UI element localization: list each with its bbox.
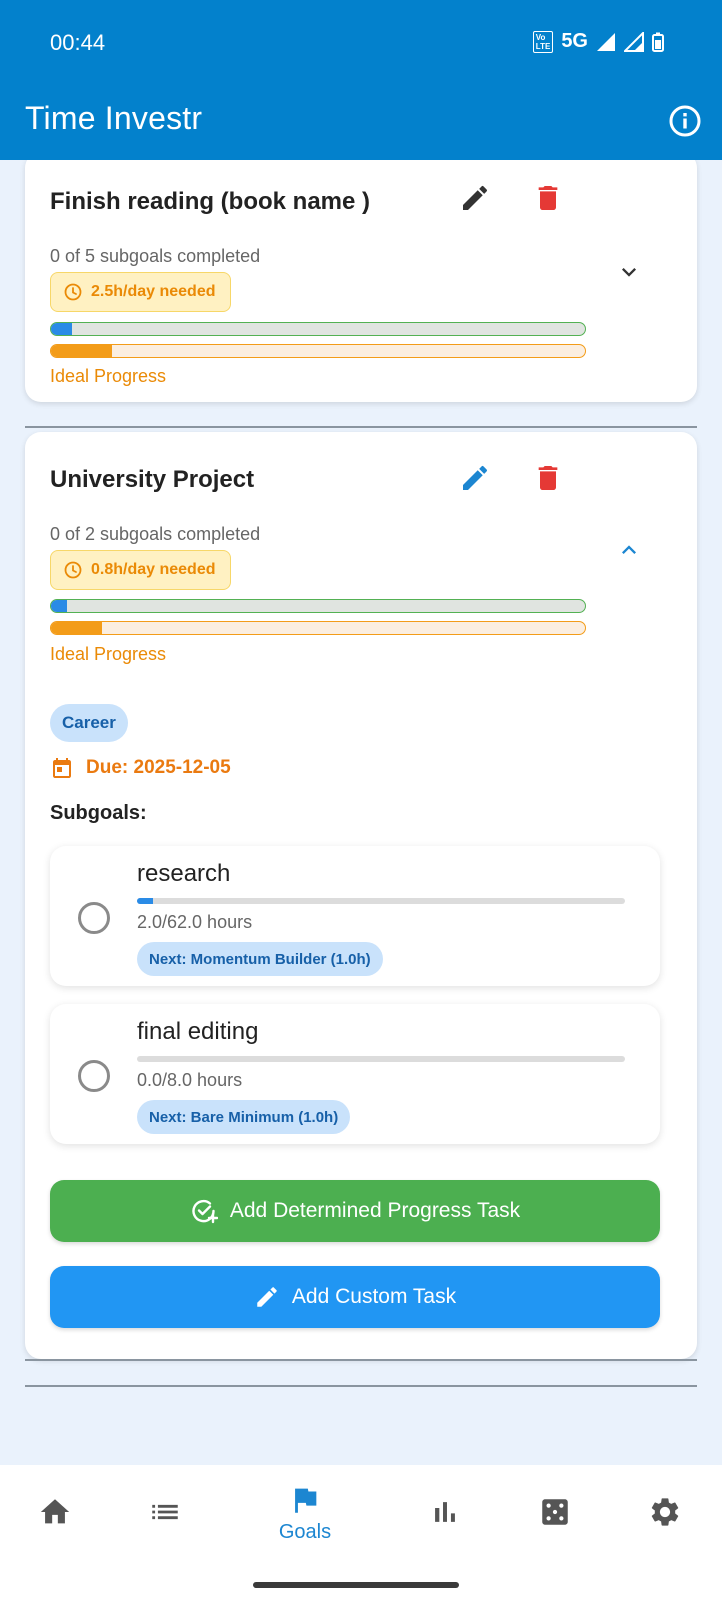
goals-list[interactable]: Finish reading (book name ) 0 of 5 subgo… xyxy=(0,160,722,1465)
next-task-chip: Next: Momentum Builder (1.0h) xyxy=(137,942,383,976)
network-type: 5G xyxy=(561,30,588,52)
goal-title: Finish reading (book name ) xyxy=(50,188,371,215)
add-custom-task-button[interactable]: Add Custom Task xyxy=(50,1266,660,1328)
nav-tasks[interactable] xyxy=(125,1495,205,1595)
nav-stats[interactable] xyxy=(405,1495,485,1595)
edit-button[interactable] xyxy=(455,458,495,498)
battery-icon xyxy=(652,32,664,52)
subgoal-progress-fill xyxy=(137,898,153,904)
ideal-progress-fill xyxy=(51,345,113,357)
nav-goals[interactable]: Goals xyxy=(265,1483,345,1583)
subgoal-complete-radio[interactable] xyxy=(78,1060,110,1092)
delete-button[interactable] xyxy=(528,178,568,218)
goal-progress-bar xyxy=(50,322,586,336)
subgoal-name: final editing xyxy=(137,1018,259,1045)
goal-title: University Project xyxy=(50,466,255,493)
settings-icon xyxy=(651,1498,679,1526)
goal-card[interactable]: University Project 0 of 2 subgoals compl… xyxy=(25,432,697,1359)
subgoal-hours: 2.0/62.0 hours xyxy=(137,912,253,932)
due-date: Due: 2025-12-05 xyxy=(86,757,231,778)
chevron-down-icon[interactable] xyxy=(615,258,643,286)
signal-icon xyxy=(597,32,615,51)
ideal-progress-bar xyxy=(50,621,586,635)
dice-icon xyxy=(542,1499,568,1525)
chevron-up-icon[interactable] xyxy=(615,536,643,564)
category-chip: Career xyxy=(50,704,128,742)
ideal-progress-label: Ideal Progress xyxy=(50,366,167,386)
app-bar: 00:44 Vo LTE 5G Time Investr xyxy=(0,0,722,160)
status-bar: 00:44 Vo LTE 5G xyxy=(0,0,722,80)
subgoals-completed: 0 of 5 subgoals completed xyxy=(50,246,261,266)
subgoals-completed: 0 of 2 subgoals completed xyxy=(50,524,261,544)
info-icon[interactable] xyxy=(668,104,702,138)
subgoal-progress-bar xyxy=(137,898,625,904)
daily-needed-badge: 0.8h/day needed xyxy=(50,550,231,590)
subgoal-hours: 0.0/8.0 hours xyxy=(137,1070,243,1090)
clock-icon xyxy=(64,283,82,301)
status-indicators: Vo LTE 5G xyxy=(532,30,664,53)
subgoals-heading: Subgoals: xyxy=(50,802,147,824)
status-time: 00:44 xyxy=(50,30,106,55)
bar-chart-icon xyxy=(435,1502,455,1522)
signal-2-icon xyxy=(624,31,644,52)
subgoal-name: research xyxy=(137,860,231,887)
subgoal-progress-bar xyxy=(137,1056,625,1062)
divider xyxy=(25,1359,697,1361)
app-title: Time Investr xyxy=(25,100,203,136)
goal-card[interactable]: Finish reading (book name ) 0 of 5 subgo… xyxy=(25,160,697,402)
pencil-icon xyxy=(463,185,488,210)
pencil-icon xyxy=(257,1287,277,1307)
daily-needed-text: 0.8h/day needed xyxy=(91,561,216,578)
nav-home[interactable] xyxy=(15,1495,95,1595)
goal-progress-fill xyxy=(51,600,68,612)
add-determined-task-label: Add Determined Progress Task xyxy=(229,1199,521,1222)
daily-needed-text: 2.5h/day needed xyxy=(91,283,216,300)
ideal-progress-fill xyxy=(51,622,102,634)
trash-icon xyxy=(538,466,558,490)
add-task-icon xyxy=(192,1199,218,1224)
next-task-chip: Next: Bare Minimum (1.0h) xyxy=(137,1100,351,1134)
flag-icon xyxy=(295,1488,317,1513)
add-custom-task-label: Add Custom Task xyxy=(291,1285,457,1308)
home-icon xyxy=(40,1499,70,1524)
goal-progress-fill xyxy=(51,323,73,335)
volte-icon: Vo LTE xyxy=(532,30,554,53)
subgoal-card[interactable]: research 2.0/62.0 hours Next: Momentum B… xyxy=(50,846,660,986)
ideal-progress-bar xyxy=(50,344,586,358)
nav-random[interactable] xyxy=(515,1495,595,1595)
delete-button[interactable] xyxy=(528,458,568,498)
pencil-icon xyxy=(463,465,488,490)
goal-progress-bar xyxy=(50,599,586,613)
list-icon xyxy=(152,1504,178,1520)
daily-needed-badge: 2.5h/day needed xyxy=(50,272,231,312)
subgoal-complete-radio[interactable] xyxy=(78,902,110,934)
clock-icon xyxy=(64,561,82,579)
bottom-navigation: Goals xyxy=(0,1465,722,1600)
divider xyxy=(25,1385,697,1387)
trash-icon xyxy=(538,186,558,210)
edit-button[interactable] xyxy=(455,178,495,218)
subgoal-card[interactable]: final editing 0.0/8.0 hours Next: Bare M… xyxy=(50,1004,660,1144)
nav-settings[interactable] xyxy=(625,1495,705,1595)
due-date-row: Due: 2025-12-05 xyxy=(50,756,231,780)
calendar-icon xyxy=(53,758,71,778)
divider xyxy=(25,426,697,428)
nav-goals-label: Goals xyxy=(278,1521,332,1543)
ideal-progress-label: Ideal Progress xyxy=(50,644,167,664)
home-indicator[interactable] xyxy=(253,1582,459,1588)
add-determined-task-button[interactable]: Add Determined Progress Task xyxy=(50,1180,660,1242)
